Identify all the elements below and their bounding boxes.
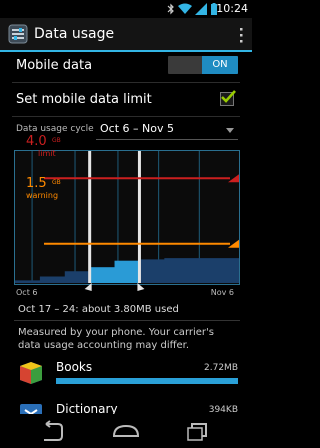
measured-note: Measured by your phone. Your carrier's d… bbox=[18, 327, 214, 351]
overflow-menu-icon[interactable] bbox=[238, 26, 244, 44]
app-row-books[interactable]: Books 2.72MB bbox=[0, 358, 252, 388]
x-start-label: Oct 6 bbox=[16, 288, 38, 297]
dropdown-arrow-icon[interactable] bbox=[226, 128, 234, 133]
divider bbox=[12, 116, 240, 117]
x-end-label: Nov 6 bbox=[210, 288, 234, 297]
mobile-limit-row[interactable]: Set mobile data limit bbox=[0, 84, 252, 116]
home-icon[interactable] bbox=[111, 420, 141, 442]
bluetooth-icon bbox=[167, 3, 174, 15]
app-usage-fill bbox=[56, 378, 238, 384]
mobile-limit-checkbox[interactable] bbox=[220, 90, 236, 106]
app-name: Dictionary bbox=[56, 402, 118, 414]
usage-chart[interactable]: Oct 6 Nov 6 4.0 GB limit 1.5 GB warning bbox=[14, 134, 240, 302]
cycle-spinner[interactable]: Oct 6 – Nov 5 bbox=[100, 122, 174, 135]
dictionary-icon bbox=[20, 404, 42, 414]
settings-app-icon[interactable] bbox=[8, 24, 28, 44]
status-icons bbox=[167, 2, 218, 16]
navigation-bar bbox=[0, 414, 252, 448]
cycle-label: Data usage cycle bbox=[16, 124, 94, 134]
checkmark-icon bbox=[221, 90, 236, 103]
app-size: 394KB bbox=[208, 405, 238, 414]
usage-chart-svg bbox=[14, 150, 240, 291]
mobile-data-label: Mobile data bbox=[16, 58, 93, 73]
mobile-limit-label: Set mobile data limit bbox=[16, 92, 152, 107]
divider bbox=[12, 82, 240, 83]
warning-unit: GB bbox=[52, 179, 61, 186]
app-row-dictionary[interactable]: Dictionary 394KB bbox=[0, 398, 252, 414]
action-bar: Data usage bbox=[0, 18, 252, 52]
status-bar: 10:24 bbox=[0, 0, 252, 18]
wifi-icon bbox=[178, 3, 192, 14]
back-icon[interactable] bbox=[38, 420, 68, 442]
signal-icon bbox=[195, 3, 207, 15]
app-usage-bar bbox=[56, 378, 238, 384]
mobile-data-row[interactable]: Mobile data ON bbox=[0, 54, 252, 84]
selection-start-line bbox=[88, 151, 92, 283]
warning-label: warning bbox=[26, 191, 59, 200]
limit-value: 4.0 bbox=[26, 134, 47, 149]
spinner-underline bbox=[96, 139, 238, 140]
toggle-on-label: ON bbox=[202, 56, 238, 74]
recent-apps-icon[interactable] bbox=[184, 420, 214, 442]
app-name: Books bbox=[56, 360, 93, 374]
app-size: 2.72MB bbox=[204, 363, 238, 373]
limit-label: limit bbox=[38, 149, 56, 158]
warning-value: 1.5 bbox=[26, 176, 47, 191]
limit-unit: GB bbox=[52, 137, 61, 144]
selection-end-line bbox=[137, 151, 141, 283]
mobile-data-toggle[interactable]: ON bbox=[168, 56, 238, 74]
page-title: Data usage bbox=[34, 26, 115, 42]
books-icon bbox=[20, 362, 42, 384]
status-time: 10:24 bbox=[216, 2, 248, 15]
usage-summary: Oct 17 – 24: about 3.80MB used bbox=[18, 304, 179, 315]
divider bbox=[14, 320, 240, 321]
